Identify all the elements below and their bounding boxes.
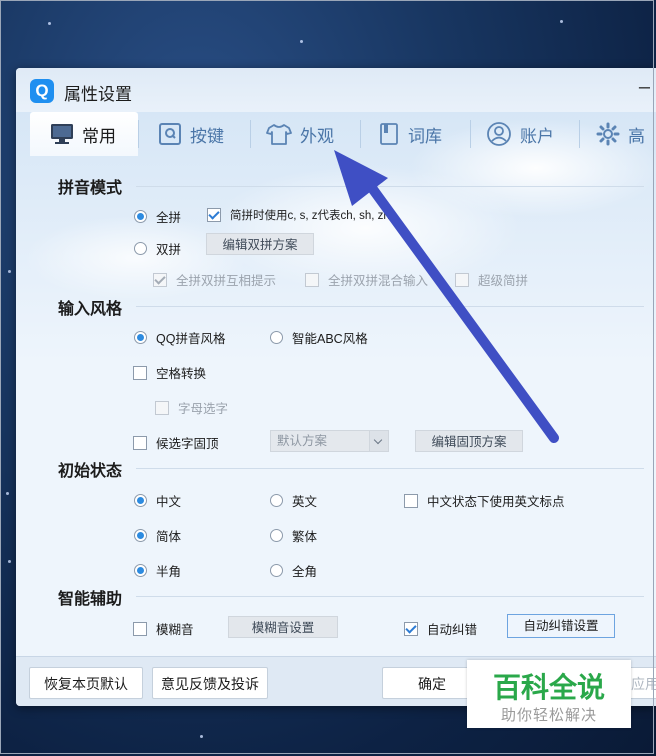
watermark: 百科全说 助你轻松解决 xyxy=(467,660,631,728)
arrow-shaft xyxy=(367,183,559,443)
annotation-arrow xyxy=(334,150,559,443)
watermark-subtitle: 助你轻松解决 xyxy=(500,707,597,724)
watermark-title: 百科全说 xyxy=(492,672,605,703)
